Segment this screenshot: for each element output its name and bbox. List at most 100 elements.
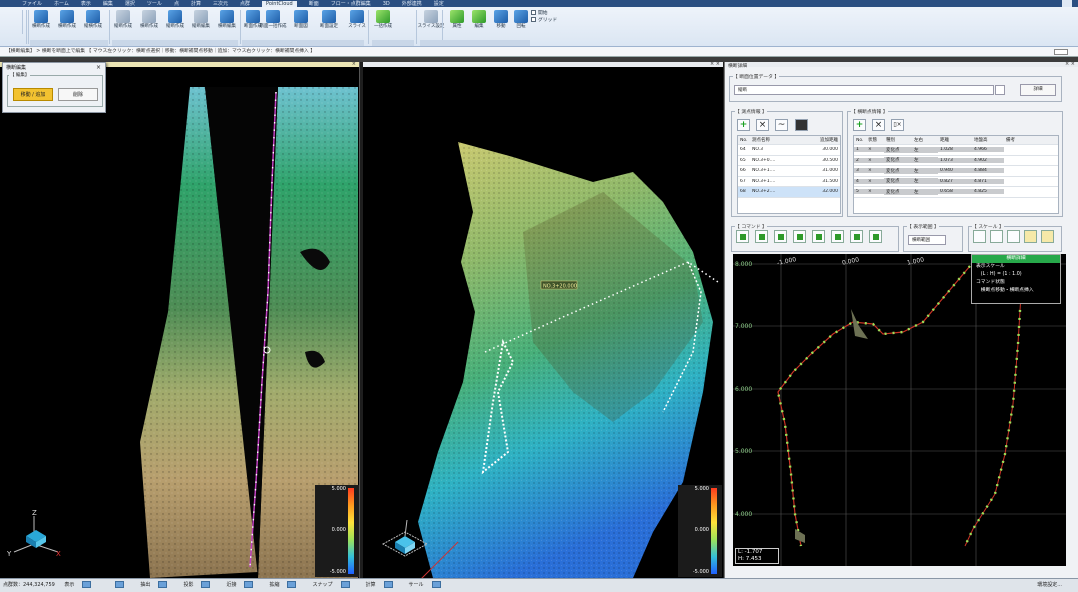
status-item[interactable]: 拡縮	[269, 581, 304, 588]
table-row[interactable]: 68 NO.3+2.... 32.000	[738, 187, 840, 198]
menu-item[interactable]: フロー・点群編集	[331, 0, 371, 7]
3d-view-canvas[interactable]: NO.3+20.000	[363, 62, 723, 578]
section-data-select[interactable]: 縦断	[734, 85, 994, 95]
select-area-icon[interactable]	[736, 230, 749, 243]
ribbon-button-label: スライス	[348, 24, 366, 29]
table-row[interactable]: 3 × 変化点左 0.940 4.884	[854, 166, 1058, 177]
table-row[interactable]: 5 × 変化点左 0.658 4.825	[854, 187, 1058, 198]
status-item[interactable]: 投影	[183, 581, 218, 588]
measure-icon[interactable]	[812, 230, 825, 243]
check-icon[interactable]	[850, 230, 863, 243]
environment-settings[interactable]: 環境設定...	[1037, 579, 1062, 591]
status-label: 投影	[183, 582, 194, 588]
table-row[interactable]: 4 × 変化点左 0.827 4.871	[854, 177, 1058, 187]
view-cube-icon[interactable]	[375, 514, 435, 564]
cell-dist: 0.658	[938, 189, 972, 195]
down-arrow-icon[interactable]	[869, 230, 882, 243]
ribbon-button-1[interactable]: 横断作成	[56, 9, 78, 38]
ribbon-checkbox[interactable]: グリッド	[531, 16, 557, 23]
status-item[interactable]: サール	[409, 581, 449, 588]
status-item[interactable]: 計算	[366, 581, 401, 588]
ribbon-button-3[interactable]: 縦断作成	[112, 9, 134, 38]
point-image-icon[interactable]	[795, 119, 808, 131]
points-table[interactable]: No. 測点名称 追加距離 64 NO.3 30.000 65 NO.3+0.... 30…	[737, 135, 841, 214]
table-row[interactable]: 2 × 変化点左 1.073 4.902	[854, 156, 1058, 166]
cross-points-table[interactable]: No. 状態 種別 左右 距離 地盤高 備考 1 × 変化点左 1.028 4.966 2…	[853, 135, 1059, 214]
menu-item[interactable]: 編集	[103, 0, 113, 7]
menu-item[interactable]: 点群	[240, 0, 250, 7]
pointcloud-plan-view[interactable]: × Z Y X 5.000 0.000 -5.000	[0, 62, 360, 578]
scale-zoom-out-icon[interactable]	[1041, 230, 1054, 243]
hint-input[interactable]	[1054, 49, 1068, 55]
table-row[interactable]: 66 NO.3+1.... 31.000	[738, 166, 840, 177]
ribbon-button-16[interactable]: 編集	[468, 9, 490, 38]
menu-item[interactable]: 3D	[383, 1, 390, 7]
window-controls[interactable]	[1062, 0, 1072, 7]
ribbon-checkbox[interactable]: 開始	[531, 9, 548, 16]
table-row[interactable]: 64 NO.3 30.000	[738, 145, 840, 156]
status-item[interactable]: 表示	[64, 581, 99, 588]
menu-item[interactable]: ホーム	[54, 0, 69, 7]
menu-item[interactable]: 三次元	[213, 0, 228, 7]
menu-item[interactable]: 表示	[81, 0, 91, 7]
ribbon-button-15[interactable]: 属性	[446, 9, 468, 38]
menu-item[interactable]: PointCloud	[262, 0, 297, 7]
close-icon[interactable]: ×	[96, 64, 101, 71]
ribbon-button-9[interactable]: 断面一括作成	[260, 9, 287, 38]
plan-view-canvas[interactable]	[0, 62, 360, 578]
status-item[interactable]: スナップ	[312, 581, 357, 588]
ribbon-button-7[interactable]: 横断編集	[216, 9, 238, 38]
ribbon-button-11[interactable]: 断面設定	[318, 9, 340, 38]
ribbon-button-14[interactable]: スライス設定	[418, 9, 444, 38]
scale-1-icon[interactable]	[973, 230, 986, 243]
panel-close-icon[interactable]: × ×	[1065, 62, 1075, 67]
ribbon-button-10[interactable]: 断面図	[290, 9, 312, 38]
status-item[interactable]: 抽出	[140, 581, 175, 588]
table-row[interactable]: 1 × 変化点左 1.028 4.966	[854, 145, 1058, 156]
add-point-button[interactable]: +	[737, 119, 750, 131]
delete-button[interactable]: 削除	[58, 88, 98, 101]
scale-zoom-in-icon[interactable]	[1024, 230, 1037, 243]
cross-section-graph[interactable]: 8.000 7.000 6.000 5.000 4.000 -1.000 0.000 1.0…	[733, 254, 1066, 566]
clear-cross-points-icon[interactable]: ▯×	[891, 119, 904, 131]
ribbon-button-18[interactable]: 回転	[510, 9, 532, 38]
menu-item[interactable]: 選択	[125, 0, 135, 7]
ribbon-button-13[interactable]: 一括作成	[372, 9, 394, 38]
delete-point-icon[interactable]: ×	[756, 119, 769, 131]
quick-access-icon[interactable]	[3, 10, 23, 34]
ribbon-button-17[interactable]: 移動	[490, 9, 512, 38]
move-add-button[interactable]: 移動 / 追加	[13, 88, 53, 101]
display-range-select[interactable]: 横断範囲	[908, 235, 946, 245]
scale-3-icon[interactable]	[1007, 230, 1020, 243]
add-cross-point-button[interactable]: +	[853, 119, 866, 131]
line-edit-icon[interactable]	[831, 230, 844, 243]
pointcloud-3d-view[interactable]: × × NO.3+20.000 5.000 0.000 -5.000	[363, 62, 723, 578]
point-edit-icon[interactable]: ~	[775, 119, 788, 131]
section-data-browse-button[interactable]	[995, 85, 1005, 95]
fit-icon[interactable]	[774, 230, 787, 243]
status-item[interactable]: 近接	[226, 581, 261, 588]
ribbon-button-2[interactable]: 縦横作成	[82, 9, 104, 38]
menu-item[interactable]: ツール	[147, 0, 162, 7]
zoom-icon[interactable]	[755, 230, 768, 243]
menu-item[interactable]: 断面	[309, 0, 319, 7]
menu-item[interactable]: 設定	[434, 0, 444, 7]
menu-item[interactable]: 計算	[191, 0, 201, 7]
menu-item[interactable]: 外部連携	[402, 0, 422, 7]
ribbon-button-12[interactable]: スライス	[346, 9, 368, 38]
detail-button[interactable]: 詳細	[1020, 84, 1056, 96]
menu-item[interactable]: 点	[174, 0, 179, 7]
section-view-icon	[294, 10, 308, 23]
menu-item[interactable]: ファイル	[22, 0, 42, 7]
section-icon[interactable]	[793, 230, 806, 243]
ribbon-button-6[interactable]: 縦断編集	[190, 9, 212, 38]
scale-label: 【 スケール 】	[972, 223, 1004, 230]
table-row[interactable]: 65 NO.3+0.... 30.500	[738, 156, 840, 166]
delete-cross-point-icon[interactable]: ×	[872, 119, 885, 131]
status-item[interactable]	[107, 581, 132, 588]
ribbon-button-4[interactable]: 横断作成	[138, 9, 160, 38]
table-row[interactable]: 67 NO.3+1.... 31.500	[738, 177, 840, 187]
ribbon-button-0[interactable]: 横断作成	[30, 9, 52, 38]
ribbon-button-5[interactable]: 縦断作成	[164, 9, 186, 38]
scale-2-icon[interactable]	[990, 230, 1003, 243]
